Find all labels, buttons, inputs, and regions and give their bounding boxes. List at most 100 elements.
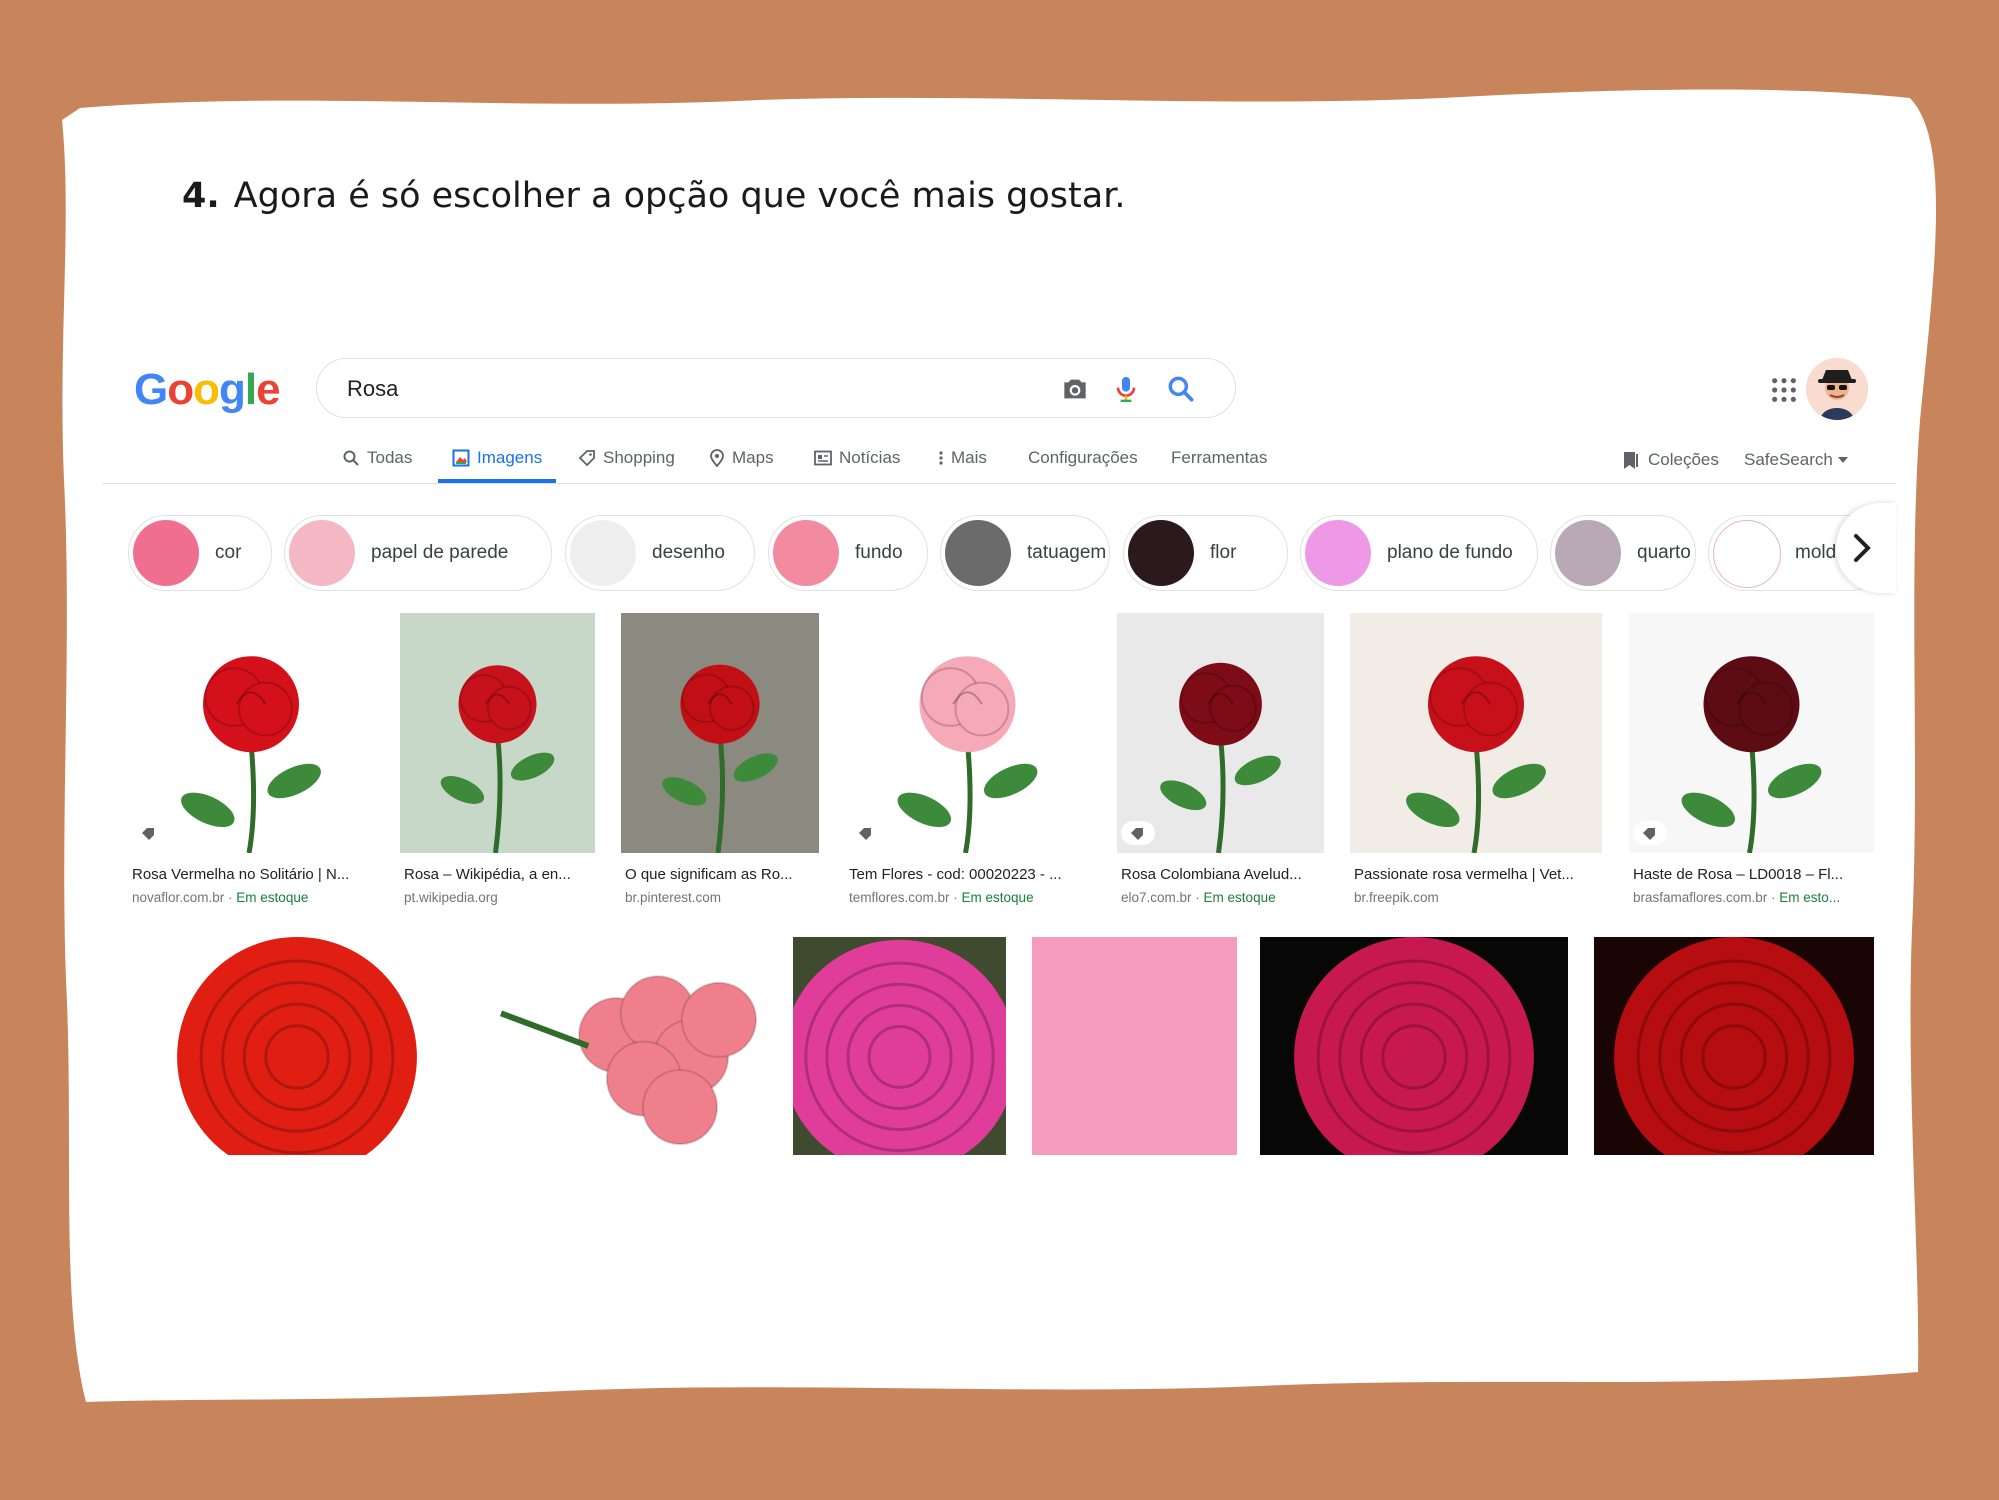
result-source: pt.wikipedia.org [404,890,591,905]
result-thumbnail [400,613,595,853]
chip-thumbnail [133,520,199,586]
result-thumbnail [793,937,1006,1155]
tab-imagens[interactable]: Imagens [437,435,557,483]
chip-label: papel de parede [371,542,509,563]
tab-shopping[interactable]: Shopping [578,435,675,481]
chip-flor[interactable]: flor [1123,515,1288,591]
tab-label: Maps [732,448,774,467]
image-icon [452,449,477,467]
product-tag-icon [849,821,883,845]
chip-desenho[interactable]: desenho [565,515,755,591]
tab-label: Shopping [603,448,675,467]
image-result[interactable] [1594,937,1874,1155]
safesearch-toggle[interactable]: SafeSearch [1744,450,1849,470]
chip-thumbnail [1128,520,1194,586]
result-title[interactable]: Passionate rosa vermelha | Vet... [1354,866,1598,883]
product-tag-icon [1121,821,1155,845]
chip-fundo[interactable]: fundo [768,515,928,591]
image-result[interactable] [1032,937,1237,1155]
chip-plano-de-fundo[interactable]: plano de fundo [1300,515,1538,591]
image-result[interactable] [491,937,769,1155]
logo-letter: G [134,365,168,414]
image-result[interactable] [793,937,1006,1155]
microphone-icon[interactable] [1110,373,1142,405]
tab-configuracoes[interactable]: Configurações [1028,435,1138,481]
apps-grid-icon[interactable] [1770,376,1798,404]
source-domain: novaflor.com.br [132,890,225,905]
chip-label: fundo [855,542,903,563]
result-title[interactable]: Rosa – Wikipédia, a en... [404,866,591,883]
more-dots-icon [938,450,951,466]
image-result[interactable]: Rosa Colombiana Avelud... elo7.com.br · E… [1117,613,1324,913]
chip-label: tatuagem [1027,542,1107,563]
tab-label: Mais [951,448,987,467]
google-logo[interactable]: Google [134,365,281,415]
source-domain: temflores.com.br [849,890,950,905]
stock-badge: Em esto... [1779,890,1841,905]
result-title[interactable]: Tem Flores - cod: 00020223 - ... [849,866,1086,883]
result-thumbnail [128,613,374,853]
chip-label: desenho [652,542,725,563]
image-result[interactable]: Rosa Vermelha no Solitário | N... novaflo… [128,613,374,913]
image-result[interactable]: O que significam as Ro... br.pinterest.co… [621,613,819,913]
logo-letter: g [219,365,246,414]
tab-label: Notícias [839,448,901,467]
result-title[interactable]: O que significam as Ro... [625,866,815,883]
map-pin-icon [709,449,732,467]
chip-label: quarto [1637,542,1691,563]
logo-letter: l [244,365,257,414]
logo-letter: o [167,365,194,414]
result-thumbnail [1350,613,1602,853]
source-domain: br.pinterest.com [625,890,722,905]
result-source: br.pinterest.com [625,890,815,905]
image-result[interactable]: Rosa – Wikipédia, a en... pt.wikipedia.or… [400,613,595,913]
chevron-right-icon [1854,534,1871,562]
result-source: elo7.com.br · Em estoque [1121,890,1276,905]
result-title[interactable]: Rosa Colombiana Avelud... [1121,866,1320,883]
tab-label: Ferramentas [1171,448,1268,467]
image-result[interactable]: Passionate rosa vermelha | Vet... br.free… [1350,613,1602,913]
image-result[interactable] [1260,937,1568,1155]
image-result[interactable]: Haste de Rosa – LD0018 – Fl... brasfamafl… [1629,613,1874,913]
step-text: Agora é só escolher a opção que você mai… [233,176,1126,216]
result-title[interactable]: Rosa Vermelha no Solitário | N... [132,866,370,883]
chip-thumbnail [570,520,636,586]
chip-thumbnail [773,520,839,586]
google-images-screen: Google Todas Imagens Shopping Maps [102,340,1896,1160]
search-icon[interactable] [1165,373,1197,405]
tab-label: Imagens [477,448,543,467]
search-input[interactable] [345,371,1049,407]
chips-next-button[interactable] [1836,503,1896,593]
collections-label: Coleções [1648,450,1719,469]
tab-maps[interactable]: Maps [709,435,774,481]
chip-papel-de-parede[interactable]: papel de parede [284,515,552,591]
search-box [316,358,1236,418]
result-title[interactable]: Haste de Rosa – LD0018 – Fl... [1633,866,1870,883]
collections-link[interactable]: Coleções [1622,450,1719,470]
safesearch-label: SafeSearch [1744,450,1833,469]
search-icon [342,449,367,467]
image-result[interactable]: Tem Flores - cod: 00020223 - ... temflore… [845,613,1090,913]
stock-badge: Em estoque [236,890,309,905]
account-avatar[interactable] [1806,358,1868,420]
image-result[interactable] [128,937,466,1155]
tab-todas[interactable]: Todas [342,435,412,481]
stock-badge: Em estoque [961,890,1034,905]
step-number: 4. [182,176,220,216]
product-tag-icon [1633,821,1667,845]
chip-quarto[interactable]: quarto [1550,515,1696,591]
result-thumbnail [1117,613,1324,853]
tab-mais[interactable]: Mais [938,435,987,481]
chip-tatuagem[interactable]: tatuagem [940,515,1110,591]
tab-ferramentas[interactable]: Ferramentas [1171,435,1267,481]
result-source: br.freepik.com [1354,890,1598,905]
result-thumbnail [845,613,1090,853]
chip-thumbnail [1555,520,1621,586]
chip-cor[interactable]: cor [128,515,272,591]
result-source: brasfamaflores.com.br · Em esto... [1633,890,1841,905]
result-source: temflores.com.br · Em estoque [849,890,1034,905]
camera-icon[interactable] [1059,373,1091,405]
result-thumbnail [1260,937,1568,1155]
source-domain: pt.wikipedia.org [404,890,498,905]
tab-noticias[interactable]: Notícias [814,435,900,481]
